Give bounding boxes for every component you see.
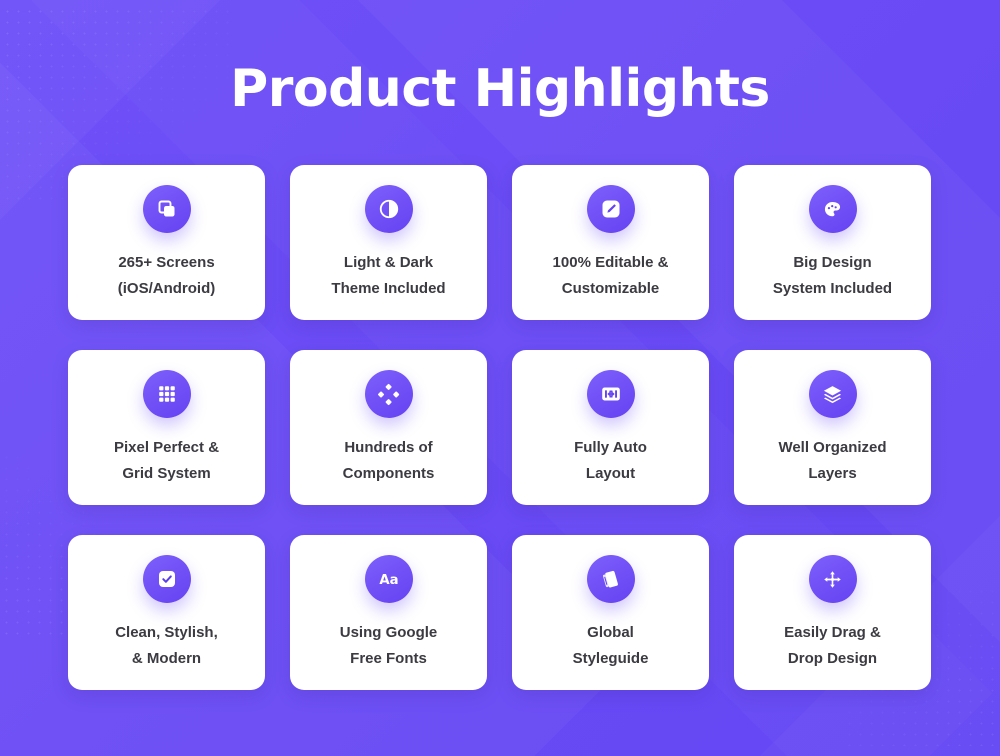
styleguide-book-icon (586, 555, 635, 603)
highlight-card-label: Well Organized Layers (778, 439, 887, 482)
page-title: Product Highlights (230, 59, 770, 119)
highlight-card[interactable]: Global Styleguide (512, 535, 709, 690)
highlight-card[interactable]: Clean, Stylish, & Modern (68, 535, 265, 690)
auto-layout-icon (586, 370, 635, 418)
highlight-card-grid: 265+ Screens (iOS/Android) Light & Dark T… (68, 165, 932, 690)
highlight-card[interactable]: Well Organized Layers (734, 350, 931, 505)
pencil-edit-icon (586, 185, 635, 233)
highlight-card[interactable]: Easily Drag & Drop Design (734, 535, 931, 690)
contrast-half-circle-icon (364, 185, 413, 233)
highlight-card-label: Fully Auto Layout (574, 439, 647, 482)
move-arrows-icon (808, 555, 857, 603)
highlight-card[interactable]: Hundreds of Components (290, 350, 487, 505)
highlight-card[interactable]: Light & Dark Theme Included (290, 165, 487, 320)
typography-aa-icon: Aa (364, 555, 413, 603)
svg-text:Aa: Aa (379, 573, 398, 588)
grid-3x3-icon (142, 370, 191, 418)
highlight-card-label: 100% Editable & Customizable (552, 254, 669, 297)
layers-stack-icon (808, 370, 857, 418)
highlight-card-label: Big Design System Included (772, 254, 893, 297)
component-diamonds-icon (364, 370, 413, 418)
highlight-card[interactable]: Pixel Perfect & Grid System (68, 350, 265, 505)
highlight-card-label: 265+ Screens (iOS/Android) (117, 254, 216, 297)
highlight-card[interactable]: 265+ Screens (iOS/Android) (68, 165, 265, 320)
highlight-card[interactable]: 100% Editable & Customizable (512, 165, 709, 320)
copy-screens-icon (142, 185, 191, 233)
highlight-card-label: Light & Dark Theme Included (331, 254, 446, 297)
highlight-card[interactable]: Fully Auto Layout (512, 350, 709, 505)
highlight-card-label: Easily Drag & Drop Design (784, 624, 881, 667)
highlight-card-label: Using Google Free Fonts (339, 624, 438, 667)
product-highlights-page: Product Highlights 265+ Screens (iOS/And… (0, 0, 1000, 756)
palette-icon (808, 185, 857, 233)
highlight-card-label: Hundreds of Components (342, 439, 435, 482)
highlight-card[interactable]: Aa Using Google Free Fonts (290, 535, 487, 690)
highlight-card-label: Pixel Perfect & Grid System (113, 439, 220, 482)
highlight-card-label: Global Styleguide (572, 624, 649, 667)
highlight-card-label: Clean, Stylish, & Modern (115, 624, 218, 667)
checkbox-check-icon (142, 555, 191, 603)
highlight-card[interactable]: Big Design System Included (734, 165, 931, 320)
